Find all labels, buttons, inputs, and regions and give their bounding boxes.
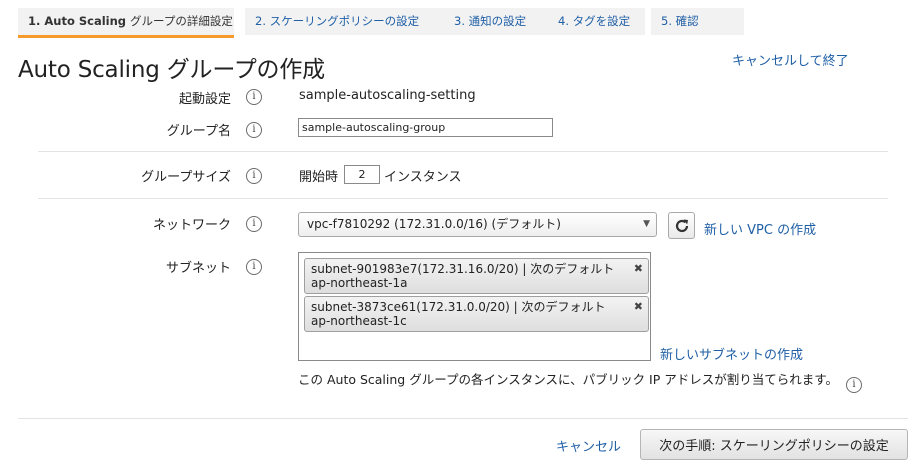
tab-label: 5. 確認 (661, 14, 699, 28)
cancel-button[interactable]: キャンセル (556, 436, 621, 455)
info-icon[interactable]: i (246, 122, 262, 138)
divider (18, 418, 908, 419)
tab-tags[interactable]: 4. タグを設定 (548, 8, 645, 35)
tab-label: 4. タグを設定 (558, 14, 631, 28)
dropdown-arrow-icon: ▼ (643, 219, 650, 229)
subnet-chip-label: subnet-3873ce61(172.31.0.0/20) | 次のデフォルト… (311, 300, 606, 328)
group-size-prefix: 開始時 (299, 170, 339, 185)
tab-review[interactable]: 5. 確認 (651, 8, 744, 35)
info-icon[interactable]: i (846, 377, 862, 393)
info-icon[interactable]: i (246, 259, 262, 275)
remove-chip-icon[interactable]: ✖ (634, 300, 643, 314)
network-selected-value: vpc-f7810292 (172.31.0.0/16) (デフォルト) (307, 217, 561, 231)
create-vpc-link[interactable]: 新しい VPC の作成 (704, 219, 816, 238)
group-size-suffix: インスタンス (384, 170, 462, 185)
launch-config-label: 起動設定 (178, 92, 231, 107)
tab-label: 2. スケーリングポリシーの設定 (255, 14, 420, 28)
subnet-chip-label: subnet-901983e7(172.31.16.0/20) | 次のデフォル… (311, 262, 615, 290)
create-asg-wizard: 1. Auto Scaling グループの詳細設定 2. スケーリングポリシーの… (0, 0, 918, 469)
launch-config-value: sample-autoscaling-setting (299, 88, 476, 103)
create-subnet-link[interactable]: 新しいサブネットの作成 (660, 344, 803, 363)
subnet-multiselect[interactable]: subnet-901983e7(172.31.16.0/20) | 次のデフォル… (298, 252, 651, 361)
divider (38, 198, 888, 199)
tab-scaling-policy[interactable]: 2. スケーリングポリシーの設定 (245, 8, 451, 35)
cancel-and-exit-link[interactable]: キャンセルして終了 (732, 50, 849, 69)
tab-notifications[interactable]: 3. 通知の設定 (444, 8, 552, 35)
subnet-chip[interactable]: subnet-3873ce61(172.31.0.0/20) | 次のデフォルト… (304, 296, 649, 332)
subnet-chip[interactable]: subnet-901983e7(172.31.16.0/20) | 次のデフォル… (304, 258, 649, 294)
refresh-vpc-button[interactable] (668, 212, 695, 239)
tab-group-details[interactable]: 1. Auto Scaling グループの詳細設定 (18, 8, 234, 38)
refresh-icon (675, 219, 689, 233)
tab-label-sub: グループの詳細設定 (130, 14, 233, 28)
info-icon[interactable]: i (246, 216, 262, 232)
remove-chip-icon[interactable]: ✖ (634, 262, 643, 276)
group-name-label: グループ名 (166, 124, 231, 139)
divider (38, 151, 888, 152)
next-step-button[interactable]: 次の手順: スケーリングポリシーの設定 (640, 429, 908, 460)
subnet-label: サブネット (165, 261, 231, 276)
group-size-input[interactable] (344, 165, 380, 184)
network-select[interactable]: vpc-f7810292 (172.31.0.0/16) (デフォルト) ▼ (298, 212, 657, 237)
public-ip-note: この Auto Scaling グループの各インスタンスに、パブリック IP ア… (298, 369, 878, 393)
group-size-label: グループサイズ (141, 170, 231, 185)
group-name-input[interactable] (298, 118, 553, 137)
info-icon[interactable]: i (246, 89, 262, 105)
tab-label: 3. 通知の設定 (454, 14, 527, 28)
page-title: Auto Scaling グループの作成 (18, 57, 325, 83)
info-icon[interactable]: i (246, 168, 262, 184)
public-ip-note-text: この Auto Scaling グループの各インスタンスに、パブリック IP ア… (298, 372, 839, 387)
network-label: ネットワーク (152, 218, 231, 233)
tab-label: 1. Auto Scaling (28, 14, 127, 28)
